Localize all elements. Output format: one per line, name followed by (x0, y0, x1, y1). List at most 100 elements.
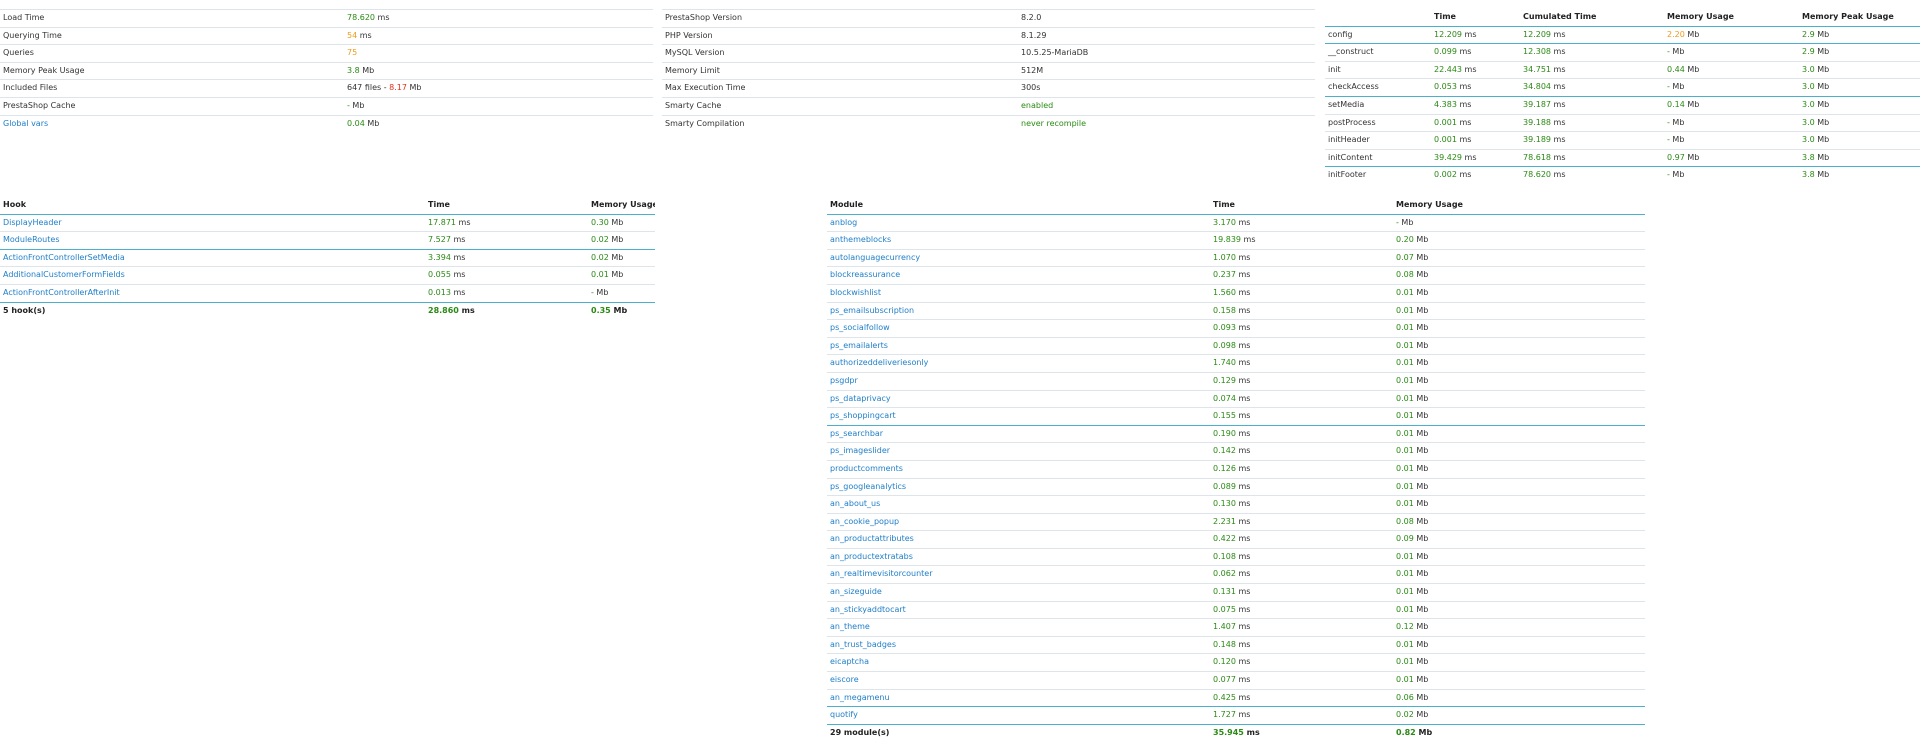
module-name-link[interactable]: an_stickyaddtocart (830, 605, 906, 614)
module-name-link[interactable]: an_megamenu (830, 693, 890, 702)
module-name-link[interactable]: ps_googleanalytics (830, 482, 906, 491)
module-name-link[interactable]: ps_imageslider (830, 446, 890, 455)
hook-name: ActionFrontControllerSetMedia (0, 248, 425, 267)
config-table: PrestaShop Version 8.2.0 PHP Version 8.1.29… (662, 9, 1315, 133)
module-time: 1.560 ms (1210, 283, 1393, 303)
step-memory-unit: Mb (1669, 47, 1685, 57)
module-memory-unit: Mb (1413, 551, 1429, 561)
step-row: setMedia 4.383 ms 39.187 ms 0.14 Mb 3.0 Mb (1325, 95, 1920, 115)
config-value-text: 8.2.0 (1021, 13, 1042, 22)
module-time-unit: ms (1235, 499, 1251, 509)
module-memory-value: 0.01 (1396, 481, 1414, 491)
module-time-value: 0.075 (1213, 604, 1236, 614)
module-time: 0.148 ms (1210, 635, 1393, 654)
module-name-link[interactable]: eicaptcha (830, 657, 869, 666)
hook-time-value: 7.527 (428, 235, 451, 245)
steps-header-row: Time Cumulated Time Memory Usage Memory Pea… (1325, 9, 1920, 27)
steps-table: Time Cumulated Time Memory Usage Memory Pea… (1325, 9, 1920, 184)
hook-name-link[interactable]: DisplayHeader (3, 218, 62, 227)
module-time-unit: ms (1235, 692, 1251, 702)
module-time-unit: ms (1235, 270, 1251, 280)
module-memory-value: 0.08 (1396, 516, 1414, 526)
module-memory-unit: Mb (1413, 305, 1429, 315)
module-name-link[interactable]: an_cookie_popup (830, 517, 899, 526)
module-time-unit: ms (1235, 675, 1251, 685)
module-time-unit: ms (1235, 516, 1251, 526)
module-row: eicaptcha 0.120 ms 0.01 Mb (827, 653, 1645, 672)
module-name-link[interactable]: blockreassurance (830, 270, 900, 279)
module-name: an_stickyaddtocart (827, 600, 1210, 619)
hook-name-link[interactable]: AdditionalCustomerFormFields (3, 270, 125, 279)
module-name-link[interactable]: psgdpr (830, 376, 858, 385)
module-name-link[interactable]: ps_socialfollow (830, 323, 890, 332)
module-time-unit: ms (1235, 305, 1251, 315)
module-time-value: 0.093 (1213, 323, 1236, 333)
hook-name-link[interactable]: ActionFrontControllerSetMedia (3, 253, 125, 262)
module-total-time-unit: ms (1243, 727, 1260, 737)
module-name-link[interactable]: ps_shoppingcart (830, 411, 896, 420)
step-memory: 2.20 Mb (1664, 25, 1799, 44)
steps-header-3: Memory Usage (1664, 9, 1799, 27)
module-time-unit: ms (1235, 551, 1251, 561)
module-name-link[interactable]: autolanguagecurrency (830, 253, 920, 262)
module-name-link[interactable]: an_trust_badges (830, 640, 896, 649)
module-row: an_sizeguide 0.131 ms 0.01 Mb (827, 583, 1645, 602)
step-memory-unit: Mb (1684, 64, 1700, 74)
module-time-value: 0.120 (1213, 657, 1236, 667)
module-memory: 0.20 Mb (1393, 231, 1645, 250)
module-name: autolanguagecurrency (827, 248, 1210, 267)
step-memory-unit: Mb (1669, 170, 1685, 180)
step-time-value: 0.099 (1434, 47, 1457, 57)
step-peak: 3.0 Mb (1799, 60, 1920, 79)
module-memory-unit: Mb (1413, 604, 1429, 614)
module-name-link[interactable]: authorizeddeliveriesonly (830, 358, 928, 367)
module-name-link[interactable]: ps_searchbar (830, 429, 883, 438)
config-value-text: 8.1.29 (1021, 30, 1047, 40)
module-name-link[interactable]: an_productattributes (830, 534, 914, 543)
module-time: 0.425 ms (1210, 688, 1393, 707)
module-row: anthemeblocks 19.839 ms 0.20 Mb (827, 231, 1645, 250)
module-time-value: 1.727 (1213, 710, 1236, 720)
module-name-link[interactable]: quotify (830, 710, 858, 719)
module-name-link[interactable]: an_productextratabs (830, 552, 913, 561)
module-name-link[interactable]: blockwishlist (830, 288, 881, 297)
step-memory-value: 0.44 (1667, 64, 1685, 74)
module-memory-value: 0.02 (1396, 710, 1414, 720)
module-memory-value: 0.09 (1396, 534, 1414, 544)
step-peak-unit: Mb (1814, 64, 1830, 74)
summary-unit: ms (375, 13, 390, 22)
module-name-link[interactable]: an_realtimevisitorcounter (830, 569, 932, 578)
module-memory-unit: Mb (1413, 481, 1429, 491)
module-name-link[interactable]: ps_emailsubscription (830, 306, 914, 315)
module-name-link[interactable]: ps_emailalerts (830, 341, 888, 350)
module-name-link[interactable]: eiscore (830, 675, 859, 684)
module-time: 0.075 ms (1210, 600, 1393, 619)
module-name-link[interactable]: an_sizeguide (830, 587, 882, 596)
step-cumulated-unit: ms (1551, 170, 1566, 180)
module-name-link[interactable]: an_about_us (830, 499, 880, 508)
module-name: ps_dataprivacy (827, 389, 1210, 408)
summary-label-text[interactable]: Global vars (3, 119, 48, 128)
config-row: PHP Version 8.1.29 (662, 26, 1315, 45)
module-name-link[interactable]: anthemeblocks (830, 235, 891, 244)
module-name-link[interactable]: an_theme (830, 622, 870, 631)
module-memory: 0.09 Mb (1393, 530, 1645, 549)
module-row: an_cookie_popup 2.231 ms 0.08 Mb (827, 512, 1645, 531)
step-time-value: 0.053 (1434, 82, 1457, 92)
hook-name-link[interactable]: ActionFrontControllerAfterInit (3, 288, 120, 297)
config-label-text: PHP Version (665, 30, 713, 40)
step-cumulated: 34.804 ms (1520, 78, 1664, 97)
module-memory-unit: Mb (1413, 270, 1429, 280)
module-name-link[interactable]: ps_dataprivacy (830, 394, 891, 403)
hook-row: AdditionalCustomerFormFields 0.055 ms 0.01… (0, 266, 655, 285)
hook-time-value: 17.871 (428, 217, 456, 227)
module-name-link[interactable]: anblog (830, 218, 857, 227)
module-time: 0.074 ms (1210, 389, 1393, 408)
module-name-link[interactable]: productcomments (830, 464, 903, 473)
config-value: enabled (1018, 96, 1315, 116)
summary-label: Global vars (0, 114, 344, 133)
module-memory: 0.01 Mb (1393, 653, 1645, 672)
hook-name-link[interactable]: ModuleRoutes (3, 235, 59, 244)
hook-memory-value: 0.30 (591, 217, 609, 227)
module-time: 0.129 ms (1210, 371, 1393, 391)
